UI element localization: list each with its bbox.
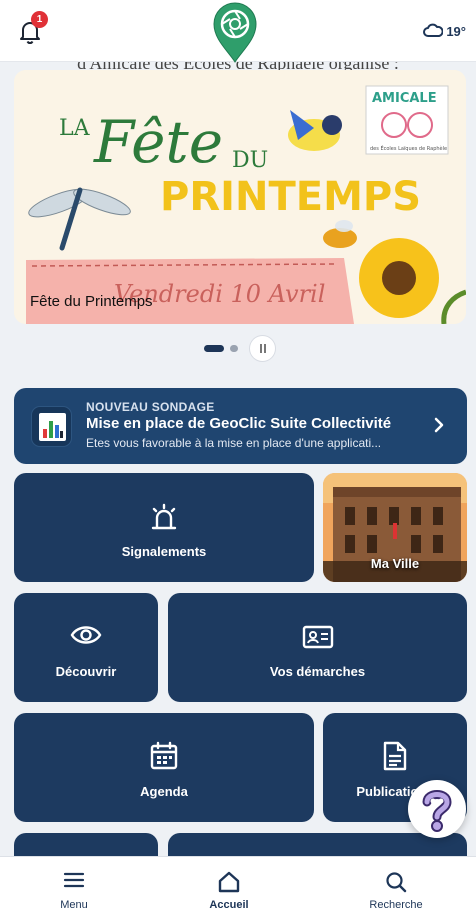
temperature: 19° — [446, 24, 466, 39]
survey-banner[interactable]: NOUVEAU SONDAGE Mise en place de GeoClic… — [14, 388, 467, 464]
spring-festival-poster: Vendredi 10 Avril LA Fête DU PRINTEMPS A… — [14, 70, 466, 324]
pager-dot-active[interactable] — [204, 345, 224, 352]
nav-label: Menu — [60, 899, 88, 911]
survey-title: Mise en place de GeoClic Suite Collectiv… — [86, 415, 392, 432]
chevron-right-icon — [433, 416, 445, 439]
siren-icon — [149, 503, 179, 536]
poster-title-fete: Fête — [93, 108, 223, 176]
tile-ma-ville[interactable]: Ma Ville — [323, 473, 467, 582]
tile-label: Vos démarches — [269, 664, 366, 679]
eye-icon — [70, 623, 102, 652]
nav-menu[interactable]: Menu — [14, 857, 134, 918]
home-icon — [217, 871, 241, 898]
tile-agenda[interactable]: Agenda — [14, 713, 314, 822]
id-card-icon — [302, 625, 334, 654]
top-bar: 1 19° — [0, 0, 476, 64]
tile-label: Ma Ville — [370, 556, 420, 571]
menu-icon — [63, 871, 85, 894]
nav-label: Accueil — [209, 899, 249, 911]
help-assistant-button[interactable] — [408, 780, 466, 838]
calendar-icon — [149, 741, 179, 776]
tile-vos-demarches[interactable]: Vos démarches — [168, 593, 467, 702]
nav-accueil[interactable]: Accueil — [169, 857, 289, 918]
pager-dot[interactable] — [230, 345, 238, 352]
weather-widget[interactable]: 19° — [423, 22, 466, 41]
poster-title-du: DU — [232, 148, 268, 173]
nav-recherche[interactable]: Recherche — [336, 857, 456, 918]
nav-label: Recherche — [369, 899, 423, 911]
notification-badge: 1 — [31, 11, 48, 28]
camera-pin-logo[interactable] — [211, 0, 259, 64]
pause-button[interactable] — [249, 335, 276, 362]
tile-label: Agenda — [140, 784, 188, 799]
survey-subtitle: Etes vous favorable à la mise en place d… — [86, 436, 382, 450]
svg-text:AMICALE: AMICALE — [372, 91, 437, 106]
carousel-pager — [0, 334, 476, 362]
tile-label: Découvrir — [55, 664, 117, 679]
svg-text:des Écoles Laïques de Raphèle: des Écoles Laïques de Raphèle — [370, 144, 447, 152]
document-icon — [382, 741, 408, 776]
tile-decouvrir[interactable]: Découvrir — [14, 593, 158, 702]
poster-title-printemps: PRINTEMPS — [160, 174, 421, 220]
question-mark-icon — [422, 790, 452, 832]
search-icon — [385, 871, 407, 898]
slide-caption: Fête du Printemps — [30, 293, 153, 310]
survey-kicker: NOUVEAU SONDAGE — [86, 400, 215, 414]
cloud-icon — [423, 22, 444, 41]
poster-title-la: LA — [59, 116, 91, 141]
bar-chart-icon — [31, 406, 72, 447]
amicale-logo: AMICALE des Écoles Laïques de Raphèle — [365, 85, 449, 155]
carousel-slide[interactable]: Vendredi 10 Avril LA Fête DU PRINTEMPS A… — [14, 70, 466, 324]
bottom-navigation: Menu Accueil Recherche — [0, 856, 476, 918]
tile-label: Signalements — [121, 544, 207, 559]
tile-signalements[interactable]: Signalements — [14, 473, 314, 582]
